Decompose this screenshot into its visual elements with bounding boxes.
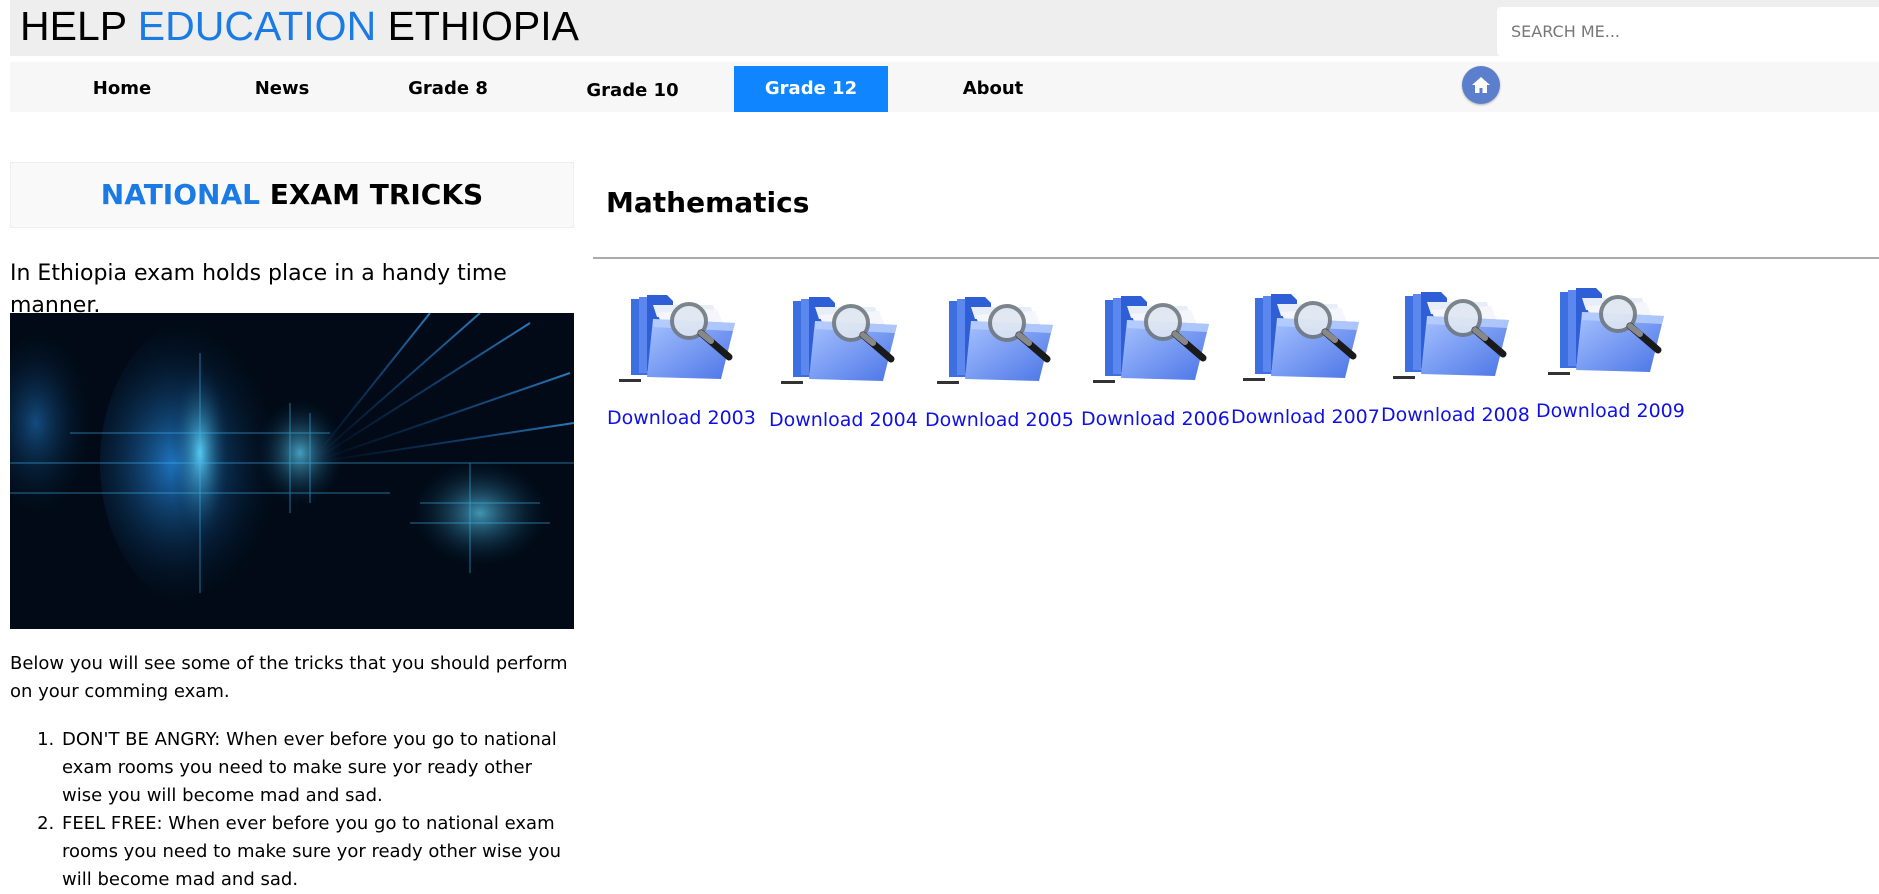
download-item: Download 2005: [925, 285, 1075, 431]
download-item: Download 2004: [769, 285, 919, 431]
download-link-2005[interactable]: Download 2005: [925, 409, 1075, 431]
folder-search-icon[interactable]: [935, 285, 1063, 395]
download-link-2004[interactable]: Download 2004: [769, 409, 919, 431]
folder-search-icon[interactable]: [779, 285, 907, 395]
folder-search-icon[interactable]: [617, 283, 745, 393]
folder-search-icon[interactable]: [1546, 276, 1674, 386]
nav-item-grade-10[interactable]: Grade 10: [570, 68, 695, 113]
section-divider: [593, 257, 1879, 259]
nav-item-news[interactable]: News: [232, 66, 332, 111]
folder-search-icon[interactable]: [1091, 284, 1219, 394]
sidebar-body-text: Below you will see some of the tricks th…: [10, 653, 568, 702]
trick-item: DON'T BE ANGRY: When ever before you go …: [60, 726, 574, 810]
site-logo[interactable]: HELP EDUCATION ETHIOPIA: [20, 0, 579, 52]
sidebar-title-highlight: NATIONAL: [100, 178, 260, 211]
download-item: Download 2009: [1536, 276, 1686, 422]
nav-item-home[interactable]: Home: [72, 66, 172, 111]
download-link-2006[interactable]: Download 2006: [1081, 408, 1231, 430]
main-nav: Home News Grade 8 Grade 10 Grade 12 Abou…: [10, 62, 1879, 112]
download-item: Download 2006: [1081, 284, 1231, 430]
download-link-2003[interactable]: Download 2003: [607, 407, 757, 429]
download-item: Download 2003: [607, 283, 757, 429]
download-link-2008[interactable]: Download 2008: [1381, 404, 1531, 426]
sidebar-title: NATIONAL EXAM TRICKS: [10, 162, 574, 228]
download-item: Download 2008: [1381, 280, 1531, 426]
download-link-2007[interactable]: Download 2007: [1231, 406, 1381, 428]
home-button[interactable]: [1462, 66, 1500, 104]
trick-item: FEEL FREE: When ever before you go to na…: [60, 810, 574, 894]
folder-search-icon[interactable]: [1241, 282, 1369, 392]
home-icon: [1472, 77, 1490, 93]
site-header: HELP EDUCATION ETHIOPIA: [10, 0, 1879, 56]
logo-word-education: EDUCATION: [137, 3, 377, 49]
nav-item-grade-12[interactable]: Grade 12: [734, 66, 888, 112]
tricks-list: DON'T BE ANGRY: When ever before you go …: [10, 726, 574, 894]
logo-word-ethiopia: ETHIOPIA: [376, 3, 579, 49]
nav-item-grade-8[interactable]: Grade 8: [388, 66, 508, 111]
logo-word-help: HELP: [20, 3, 138, 49]
sidebar-title-rest: EXAM TRICKS: [259, 178, 484, 211]
hero-image: [10, 313, 574, 629]
download-item: Download 2007: [1231, 282, 1381, 428]
section-title: Mathematics: [606, 186, 810, 219]
nav-item-about[interactable]: About: [938, 66, 1048, 111]
folder-search-icon[interactable]: [1391, 280, 1519, 390]
download-link-2009[interactable]: Download 2009: [1536, 400, 1686, 422]
search-input[interactable]: [1497, 7, 1879, 56]
